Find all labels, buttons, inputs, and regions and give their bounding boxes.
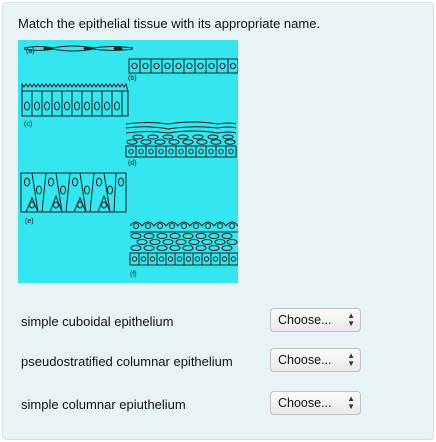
figure-label-c: (c) — [24, 121, 32, 128]
up-down-chevron-icon: ▲ ▼ — [347, 351, 355, 368]
figure-label-e: (e) — [25, 218, 34, 225]
epithelium-figure: (a) (b) (c) (d) (e) (f) — [18, 40, 238, 283]
tissue-c-columnar — [21, 82, 129, 117]
figure-label-b: (b) — [128, 75, 137, 82]
tissue-e-pseudostratified — [20, 172, 127, 213]
question-panel: Match the epithelial tissue with its app… — [2, 2, 434, 440]
match-label-2: pseudostratified columnar epithelium — [21, 354, 233, 369]
match-select-3-value: Choose... — [278, 396, 332, 410]
match-select-1[interactable]: Choose... ▲ ▼ — [270, 308, 361, 332]
tissue-f-stratified — [129, 221, 238, 266]
up-down-chevron-icon: ▲ ▼ — [347, 311, 355, 328]
match-label-3: simple columnar epiuthelium — [21, 397, 186, 412]
figure-label-a: (a) — [26, 48, 35, 55]
match-label-1: simple cuboidal epithelium — [21, 314, 174, 329]
question-prompt: Match the epithelial tissue with its app… — [18, 16, 321, 31]
tissue-d-stratified-squamous — [125, 121, 237, 158]
tissue-a-squamous — [23, 45, 134, 52]
match-select-2-value: Choose... — [278, 353, 332, 367]
match-select-2[interactable]: Choose... ▲ ▼ — [270, 348, 361, 372]
tissue-b-cuboidal — [128, 58, 238, 74]
up-down-chevron-icon: ▲ ▼ — [347, 394, 355, 411]
match-select-3[interactable]: Choose... ▲ ▼ — [270, 391, 361, 415]
figure-label-d: (d) — [128, 160, 137, 167]
match-select-1-value: Choose... — [278, 313, 332, 327]
figure-label-f: (f) — [130, 271, 137, 278]
